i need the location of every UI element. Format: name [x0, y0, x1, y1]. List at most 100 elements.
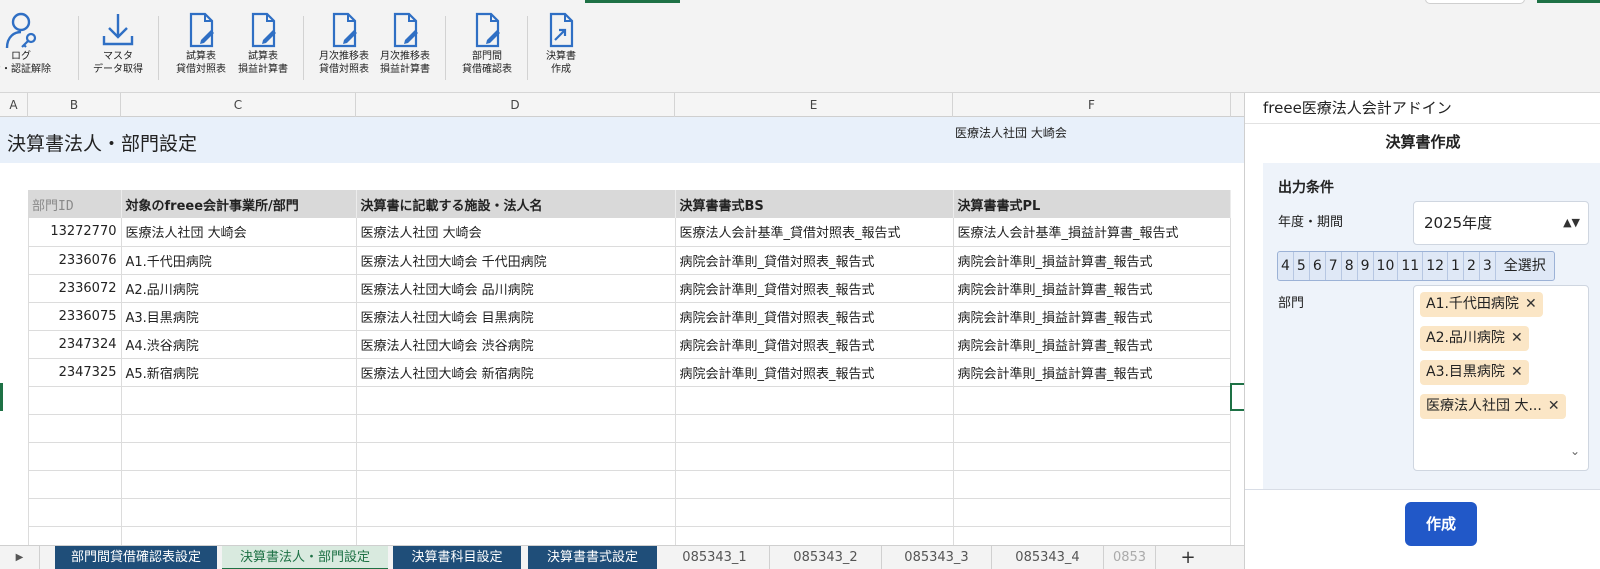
panel-divider	[1245, 489, 1600, 490]
spreadsheet[interactable]: A B C D E F 決算書法人・部門設定 医療法人社団 大崎会 部門ID 対…	[0, 93, 1244, 550]
cell-format-bs[interactable]: 病院会計準則_貸借対照表_報告式	[675, 358, 954, 387]
output-conditions-card: 出力条件 年度・期間 2025年度 ▲▼ 4 5 6 7 8 9 10 11 1…	[1263, 163, 1600, 489]
cell-target-office[interactable]: A4.渋谷病院	[121, 330, 357, 359]
cell-facility-name[interactable]: 医療法人社団大崎会 千代田病院	[356, 246, 676, 275]
table-row: 13272770 医療法人社団 大崎会 医療法人社団 大崎会 医療法人会計基準_…	[28, 218, 1231, 247]
cell-dept-id[interactable]: 2336075	[28, 302, 122, 331]
cell-facility-name[interactable]: 医療法人社団 大崎会	[356, 218, 676, 247]
master-data-button[interactable]: マスタ データ取得	[87, 10, 149, 76]
column-header-b[interactable]: B	[28, 93, 121, 117]
cell-facility-name[interactable]: 医療法人社団大崎会 目黒病院	[356, 302, 676, 331]
header-target-office[interactable]: 対象のfreee会計事業所/部門	[121, 190, 357, 218]
cell-target-office[interactable]: A5.新宿病院	[121, 358, 357, 387]
ribbon-separator	[303, 16, 304, 80]
cell-format-pl[interactable]: 病院会計準則_損益計算書_報告式	[953, 330, 1231, 359]
column-header-d[interactable]: D	[356, 93, 675, 117]
close-icon[interactable]: ✕	[1525, 296, 1537, 312]
month-button[interactable]: 6	[1310, 252, 1326, 280]
tab-account-settings[interactable]: 決算書科目設定	[393, 546, 521, 569]
cell-dept-id[interactable]: 2336072	[28, 274, 122, 303]
selected-cell[interactable]	[1230, 383, 1244, 411]
cell-format-bs[interactable]: 医療法人会計基準_貸借対照表_報告式	[675, 218, 954, 247]
tb-pl-label-2: 損益計算書	[238, 64, 288, 75]
chevron-down-icon[interactable]: ⌄	[1570, 444, 1580, 458]
inter-dept-check-button[interactable]: 部門間 貸借確認表	[456, 10, 518, 76]
period-select[interactable]: 2025年度 ▲▼	[1413, 201, 1589, 245]
cell-dept-id[interactable]: 2347325	[28, 358, 122, 387]
tb-bs-label-1: 試算表	[186, 51, 216, 62]
month-button[interactable]: 1	[1448, 252, 1464, 280]
header-dept-id[interactable]: 部門ID	[28, 190, 122, 218]
login-auth-button[interactable]: ログ ン・認証解除	[0, 10, 52, 76]
ribbon-separator	[445, 16, 446, 80]
header-format-bs[interactable]: 決算書書式BS	[675, 190, 954, 218]
department-chip: A1.千代田病院 ✕	[1420, 292, 1543, 317]
column-header-e[interactable]: E	[675, 93, 953, 117]
cell-target-office[interactable]: A3.目黒病院	[121, 302, 357, 331]
cell-format-bs[interactable]: 病院会計準則_貸借対照表_報告式	[675, 274, 954, 303]
cell-format-pl[interactable]: 病院会計準則_損益計算書_報告式	[953, 274, 1231, 303]
cell-target-office[interactable]: A2.品川病院	[121, 274, 357, 303]
month-button[interactable]: 12	[1423, 252, 1449, 280]
month-button[interactable]: 7	[1326, 252, 1342, 280]
cell-facility-name[interactable]: 医療法人社団大崎会 渋谷病院	[356, 330, 676, 359]
cell-format-pl[interactable]: 医療法人会計基準_損益計算書_報告式	[953, 218, 1231, 247]
month-button[interactable]: 9	[1358, 252, 1374, 280]
tab-085343-3[interactable]: 085343_3	[882, 546, 992, 569]
month-button[interactable]: 4	[1278, 252, 1294, 280]
cell-format-pl[interactable]: 病院会計準則_損益計算書_報告式	[953, 358, 1231, 387]
close-icon[interactable]: ✕	[1511, 330, 1523, 346]
cell-target-office[interactable]: 医療法人社団 大崎会	[121, 218, 357, 247]
sheet-title: 決算書法人・部門設定	[7, 133, 198, 155]
tab-scroll-right-icon[interactable]: ▶	[0, 546, 40, 569]
tab-085343-1[interactable]: 085343_1	[660, 546, 770, 569]
month-button[interactable]: 11	[1398, 252, 1424, 280]
cell-format-bs[interactable]: 病院会計準則_貸借対照表_報告式	[675, 330, 954, 359]
trial-balance-pl-button[interactable]: 試算表 損益計算書	[232, 10, 294, 76]
column-header-c[interactable]: C	[121, 93, 356, 117]
tab-inter-dept-settings[interactable]: 部門間貸借確認表設定	[55, 546, 217, 569]
header-format-pl[interactable]: 決算書書式PL	[953, 190, 1231, 218]
table-row: 2336075 A3.目黒病院 医療法人社団大崎会 目黒病院 病院会計準則_貸借…	[28, 302, 1231, 331]
month-button[interactable]: 2	[1464, 252, 1480, 280]
cell-facility-name[interactable]: 医療法人社団大崎会 品川病院	[356, 274, 676, 303]
trial-balance-bs-button[interactable]: 試算表 貸借対照表	[170, 10, 232, 76]
grid-line	[28, 498, 1230, 499]
select-all-button[interactable]: 全選択	[1496, 252, 1554, 280]
department-multiselect[interactable]: A1.千代田病院 ✕ A2.品川病院 ✕ A3.目黒病院 ✕ 医療法人社団 大... ✕…	[1413, 285, 1589, 471]
cell-dept-id[interactable]: 2347324	[28, 330, 122, 359]
cell-grid[interactable]: 決算書法人・部門設定 医療法人社団 大崎会 部門ID 対象のfreee会計事業所…	[0, 117, 1244, 550]
column-header-f[interactable]: F	[953, 93, 1231, 117]
close-icon[interactable]: ✕	[1511, 364, 1523, 380]
period-select-value: 2025年度	[1424, 214, 1493, 232]
month-button[interactable]: 10	[1374, 252, 1399, 280]
tab-0853-truncated[interactable]: 0853	[1104, 546, 1156, 569]
login-label-1: ログ	[11, 51, 31, 62]
cell-dept-id[interactable]: 13272770	[28, 218, 122, 247]
month-button[interactable]: 8	[1342, 252, 1358, 280]
cell-format-bs[interactable]: 病院会計準則_貸借対照表_報告式	[675, 302, 954, 331]
cell-format-bs[interactable]: 病院会計準則_貸借対照表_報告式	[675, 246, 954, 275]
cell-target-office[interactable]: A1.千代田病院	[121, 246, 357, 275]
create-button[interactable]: 作成	[1405, 502, 1477, 546]
cell-format-pl[interactable]: 病院会計準則_損益計算書_報告式	[953, 302, 1231, 331]
grid-line	[28, 414, 1230, 415]
close-icon[interactable]: ✕	[1548, 398, 1560, 414]
tab-format-settings[interactable]: 決算書書式設定	[528, 546, 657, 569]
cell-format-pl[interactable]: 病院会計準則_損益計算書_報告式	[953, 246, 1231, 275]
financial-statement-create-button[interactable]: 決算書 作成	[530, 10, 592, 76]
grid-line	[28, 526, 1230, 527]
cell-facility-name[interactable]: 医療法人社団大崎会 新宿病院	[356, 358, 676, 387]
add-sheet-button[interactable]: +	[1170, 546, 1206, 569]
monthly-pl-button[interactable]: 月次推移表 損益計算書	[374, 10, 436, 76]
tab-085343-2[interactable]: 085343_2	[770, 546, 882, 569]
tab-corp-dept-settings[interactable]: 決算書法人・部門設定	[222, 546, 388, 569]
column-header-a[interactable]: A	[0, 93, 28, 117]
month-button[interactable]: 5	[1294, 252, 1310, 280]
cell-dept-id[interactable]: 2336076	[28, 246, 122, 275]
monthly-bs-button[interactable]: 月次推移表 貸借対照表	[313, 10, 375, 76]
month-button[interactable]: 3	[1480, 252, 1496, 280]
header-facility-name[interactable]: 決算書に記載する施設・法人名	[356, 190, 676, 218]
table-row: 2336076 A1.千代田病院 医療法人社団大崎会 千代田病院 病院会計準則_…	[28, 246, 1231, 275]
tab-085343-4[interactable]: 085343_4	[992, 546, 1104, 569]
